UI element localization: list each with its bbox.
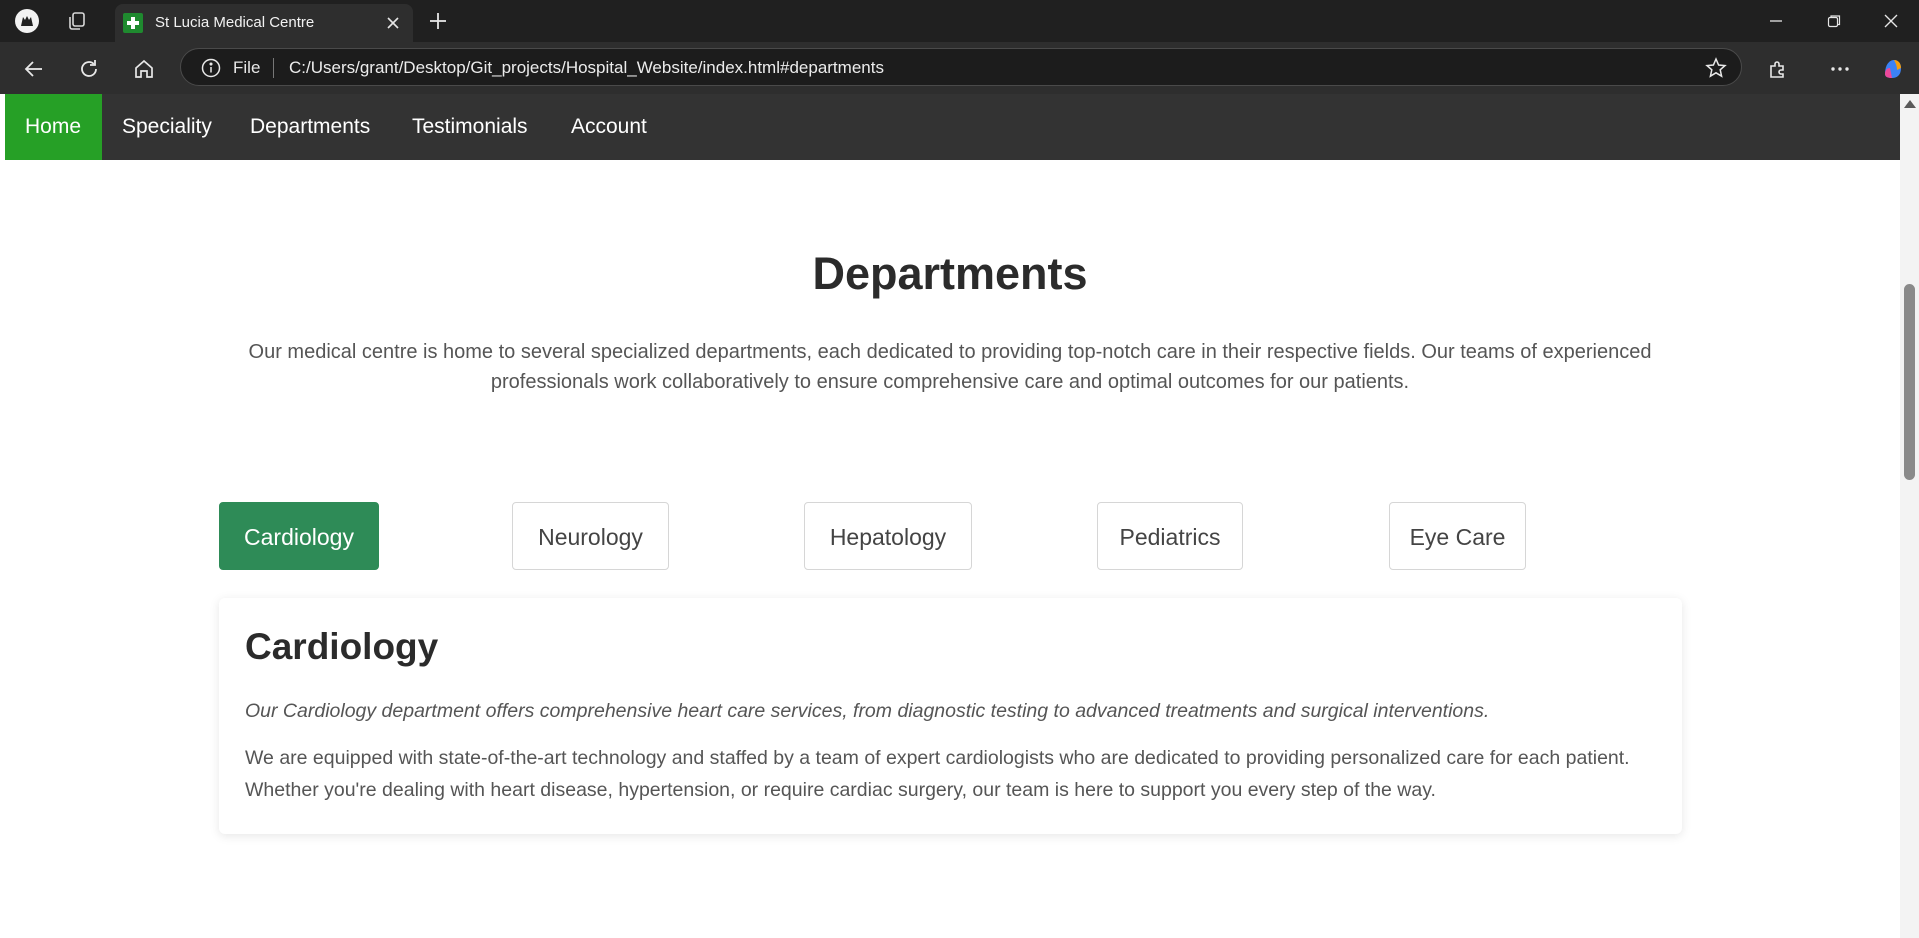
url-divider: [273, 58, 274, 78]
profile-avatar-icon[interactable]: [12, 6, 42, 36]
browser-tab-strip: St Lucia Medical Centre: [0, 0, 1919, 42]
page-viewport: Home Speciality Departments Testimonials…: [0, 94, 1900, 938]
back-arrow-icon[interactable]: [18, 53, 50, 85]
scroll-up-arrow-icon[interactable]: [1904, 100, 1916, 108]
panel-title: Cardiology: [245, 626, 439, 667]
nav-speciality[interactable]: Speciality: [102, 94, 232, 160]
favorite-star-icon[interactable]: [1705, 57, 1727, 79]
new-tab-plus-icon[interactable]: [425, 8, 451, 34]
section-title: Departments: [812, 248, 1088, 299]
nav-departments[interactable]: Departments: [230, 94, 390, 160]
browser-toolbar: File C:/Users/grant/Desktop/Git_projects…: [0, 42, 1919, 94]
copilot-icon[interactable]: [1877, 53, 1909, 85]
browser-tab-active[interactable]: St Lucia Medical Centre: [115, 4, 413, 42]
url-text[interactable]: C:/Users/grant/Desktop/Git_projects/Hosp…: [289, 58, 884, 78]
more-options-icon[interactable]: [1824, 53, 1856, 85]
site-info-icon[interactable]: [201, 58, 221, 78]
home-icon[interactable]: [128, 53, 160, 85]
tab-pediatrics[interactable]: Pediatrics: [1097, 502, 1243, 570]
tab-eye-care[interactable]: Eye Care: [1389, 502, 1526, 570]
extensions-puzzle-icon[interactable]: [1762, 53, 1794, 85]
panel-lead: Our Cardiology department offers compreh…: [245, 700, 1490, 722]
close-tab-icon[interactable]: [383, 13, 403, 33]
department-panel: Cardiology Our Cardiology department off…: [219, 598, 1682, 834]
tab-hepatology[interactable]: Hepatology: [804, 502, 972, 570]
nav-account[interactable]: Account: [551, 94, 667, 160]
workspaces-icon[interactable]: [62, 6, 92, 36]
minimize-window-icon[interactable]: [1753, 8, 1799, 34]
scroll-thumb[interactable]: [1904, 284, 1915, 480]
nav-home[interactable]: Home: [5, 94, 102, 160]
tab-title: St Lucia Medical Centre: [155, 14, 315, 31]
page-scrollbar[interactable]: [1900, 94, 1919, 938]
restore-window-icon[interactable]: [1811, 8, 1857, 34]
site-navbar: Home Speciality Departments Testimonials…: [5, 94, 1900, 160]
url-scheme-label: File: [233, 58, 261, 77]
section-intro: Our medical centre is home to several sp…: [248, 341, 1652, 393]
panel-body: We are equipped with state-of-the-art te…: [245, 747, 1630, 801]
medical-cross-favicon-icon: [123, 13, 143, 33]
refresh-icon[interactable]: [73, 53, 105, 85]
address-bar[interactable]: File C:/Users/grant/Desktop/Git_projects…: [180, 48, 1742, 86]
tab-neurology[interactable]: Neurology: [512, 502, 669, 570]
close-window-icon[interactable]: [1868, 8, 1914, 34]
tab-cardiology[interactable]: Cardiology: [219, 502, 379, 570]
nav-testimonials[interactable]: Testimonials: [392, 94, 548, 160]
